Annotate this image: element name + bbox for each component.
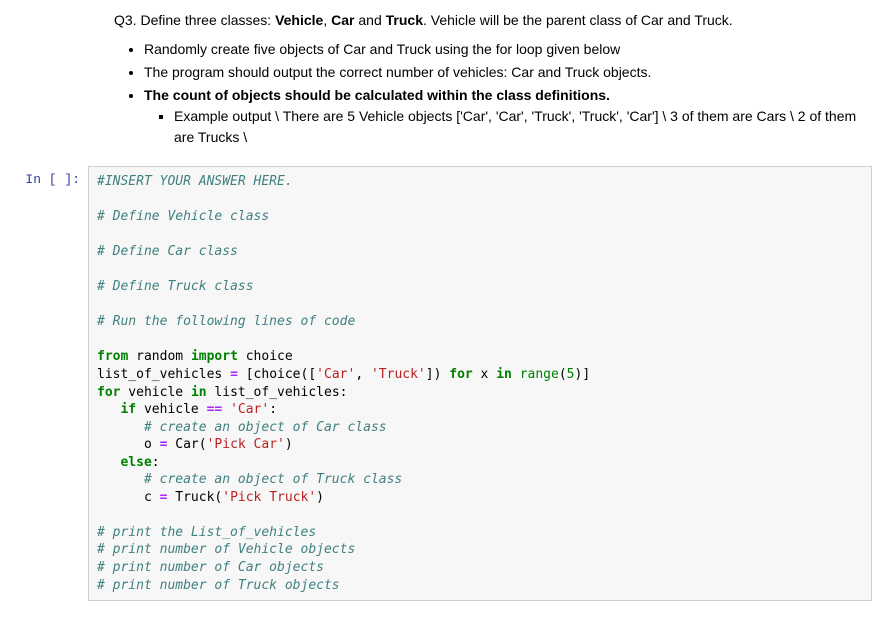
code-text: , (355, 367, 371, 382)
code-text: : (269, 402, 277, 417)
code-keyword: from (97, 349, 128, 364)
code-text (512, 367, 520, 382)
q-and: and (354, 12, 385, 28)
code-string: 'Pick Truck' (222, 490, 316, 505)
code-comment: # create an object of Truck class (144, 472, 402, 487)
code-text: [choice([ (238, 367, 316, 382)
code-keyword: in (496, 367, 512, 382)
code-comment: # Run the following lines of code (97, 314, 355, 329)
bullet-item: Randomly create five objects of Car and … (144, 39, 866, 60)
code-keyword: for (97, 385, 120, 400)
code-keyword: else (120, 455, 151, 470)
code-text: Truck( (167, 490, 222, 505)
code-string: 'Pick Car' (207, 437, 285, 452)
code-comment: # Define Car class (97, 244, 238, 259)
code-indent (97, 420, 144, 435)
code-op: = (230, 367, 238, 382)
code-text: )] (575, 367, 591, 382)
code-comment: # create an object of Car class (144, 420, 387, 435)
sub-bullet-item: Example output \ There are 5 Vehicle obj… (174, 106, 866, 148)
code-keyword: if (120, 402, 136, 417)
code-text: vehicle (120, 385, 190, 400)
bullet-list: Randomly create five objects of Car and … (114, 39, 866, 148)
code-text: ) (285, 437, 293, 452)
code-text: Car( (167, 437, 206, 452)
code-text: : (152, 455, 160, 470)
code-comment: #INSERT YOUR ANSWER HERE. (97, 174, 293, 189)
code-keyword: in (191, 385, 207, 400)
code-text: ( (559, 367, 567, 382)
bullet-item: The program should output the correct nu… (144, 62, 866, 83)
code-keyword: for (449, 367, 472, 382)
code-text: vehicle (136, 402, 206, 417)
code-string: 'Car' (230, 402, 269, 417)
code-text: c (97, 490, 160, 505)
bullet-bold: The count of objects should be calculate… (144, 87, 610, 103)
q-class2: Car (331, 12, 354, 28)
q-class3: Truck (386, 12, 423, 28)
code-number: 5 (567, 367, 575, 382)
code-cell: In [ ]: #INSERT YOUR ANSWER HERE. # Defi… (14, 166, 872, 601)
code-comment: # print the List_of_vehicles (97, 525, 316, 540)
code-text: list_of_vehicles (97, 367, 230, 382)
code-keyword: import (191, 349, 238, 364)
code-comment: # Define Vehicle class (97, 209, 269, 224)
q-prefix: Q3. Define three classes: (114, 12, 275, 28)
code-string: 'Car' (316, 367, 355, 382)
code-text: x (473, 367, 496, 382)
code-op: == (207, 402, 223, 417)
q-comma1: , (323, 12, 331, 28)
code-comment: # print number of Vehicle objects (97, 542, 355, 557)
code-indent (97, 402, 120, 417)
code-text: random (128, 349, 191, 364)
code-text: list_of_vehicles: (207, 385, 348, 400)
code-text: o (97, 437, 160, 452)
code-text: ) (316, 490, 324, 505)
code-comment: # print number of Car objects (97, 560, 324, 575)
sub-bullet-list: Example output \ There are 5 Vehicle obj… (144, 106, 866, 148)
code-text: ]) (426, 367, 449, 382)
bullet-item: The count of objects should be calculate… (144, 85, 866, 148)
question-cell: Q3. Define three classes: Vehicle, Car a… (0, 10, 886, 160)
code-comment: # print number of Truck objects (97, 578, 340, 593)
question-line: Q3. Define three classes: Vehicle, Car a… (114, 10, 866, 31)
code-text (222, 402, 230, 417)
code-string: 'Truck' (371, 367, 426, 382)
code-indent (97, 472, 144, 487)
q-suffix: . Vehicle will be the parent class of Ca… (423, 12, 733, 28)
code-indent (97, 455, 120, 470)
q-class1: Vehicle (275, 12, 323, 28)
code-input[interactable]: #INSERT YOUR ANSWER HERE. # Define Vehic… (88, 166, 872, 601)
code-builtin: range (520, 367, 559, 382)
input-prompt: In [ ]: (14, 166, 88, 601)
code-comment: # Define Truck class (97, 279, 254, 294)
code-text: choice (238, 349, 293, 364)
